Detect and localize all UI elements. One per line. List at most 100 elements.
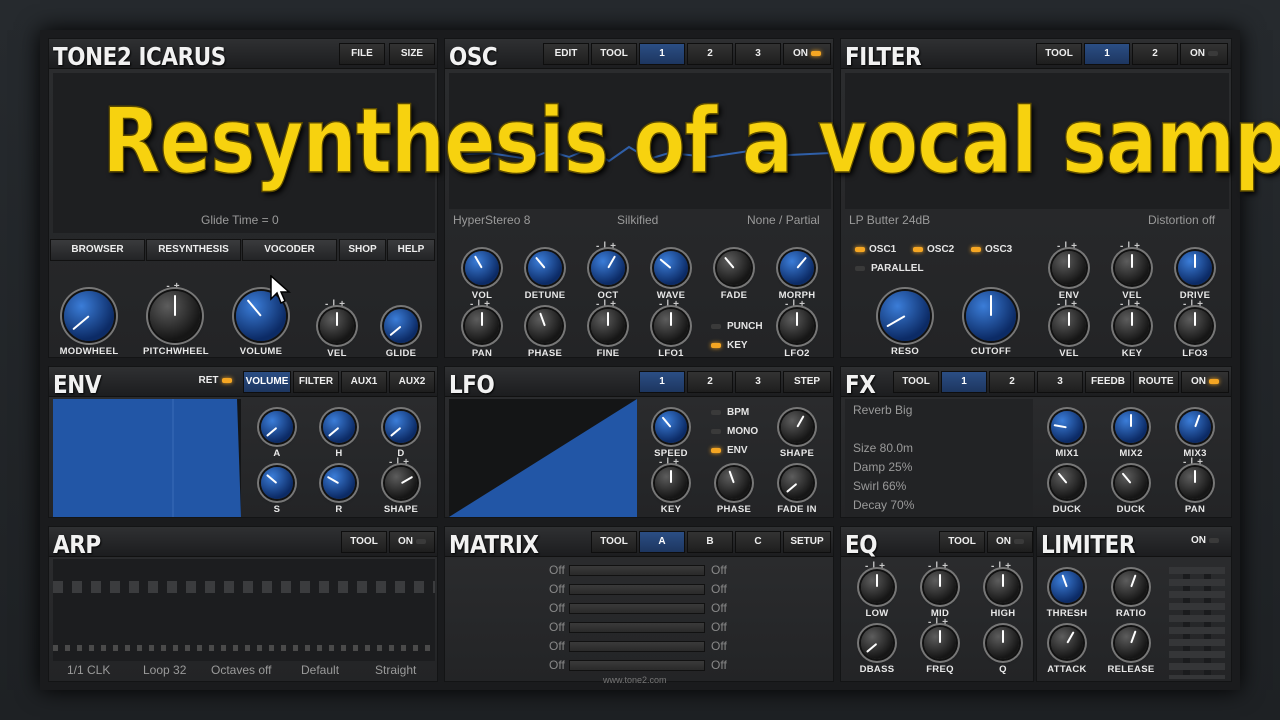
filter-vel2-knob[interactable]: -|+ VEL [1037,299,1101,359]
osc-tab-3[interactable]: 3 [735,43,781,65]
filter-vel-knob[interactable]: -|+ VEL [1100,241,1164,301]
filter-key-knob[interactable]: -|+ KEY [1100,299,1164,359]
nav-resynthesis-button[interactable]: RESYNTHESIS [146,239,241,261]
parallel-toggle[interactable]: PARALLEL [855,263,924,274]
eq-freq-knob[interactable]: -|+ FREQ [908,617,972,675]
matrix-source[interactable]: Off [549,620,565,634]
nav-browser-button[interactable]: BROWSER [50,239,145,261]
matrix-destination[interactable]: Off [711,582,727,596]
matrix-destination[interactable]: Off [711,658,727,672]
lfo-fadein-knob[interactable]: FADE IN [765,467,829,515]
modwheel-knob[interactable]: MODWHEEL [57,291,121,357]
env-a-knob[interactable]: A [245,411,309,459]
arp-on-toggle[interactable]: ON [389,531,435,553]
arp-mode[interactable]: Default [301,663,339,677]
osc-wave-knob[interactable]: WAVE [639,251,703,301]
arp-clock[interactable]: 1/1 CLK [67,663,110,677]
osc-fade-knob[interactable]: FADE [702,251,766,301]
key-toggle[interactable]: KEY [711,340,748,351]
env-h-knob[interactable]: H [307,411,371,459]
eq-on-toggle[interactable]: ON [987,531,1033,553]
drive-knob[interactable]: DRIVE [1163,251,1227,301]
limiter-attack-knob[interactable]: ATTACK [1035,627,1099,675]
osc-fine-knob[interactable]: -|+ FINE [576,299,640,359]
filter-tool-button[interactable]: TOOL [1036,43,1082,65]
env-tab-volume[interactable]: VOLUME [243,371,291,393]
limiter-thresh-knob[interactable]: THRESH [1035,571,1099,619]
filter-env-knob[interactable]: -|+ ENV [1037,241,1101,301]
arp-loop[interactable]: Loop 32 [143,663,186,677]
lfo-env-toggle[interactable]: ENV [711,445,748,456]
arp-step-grid[interactable] [53,559,435,661]
fx-tab-3[interactable]: 3 [1037,371,1083,393]
punch-toggle[interactable]: PUNCH [711,321,763,332]
osc3-source-toggle[interactable]: OSC3 [971,244,1012,255]
eq-tool-button[interactable]: TOOL [939,531,985,553]
matrix-source[interactable]: Off [549,582,565,596]
osc-on-toggle[interactable]: ON [783,43,831,65]
osc-tab-2[interactable]: 2 [687,43,733,65]
fx-feedb-button[interactable]: FEEDB [1085,371,1131,393]
fx-preset-name[interactable]: Reverb Big [853,403,912,417]
osc-vol-knob[interactable]: VOL [450,251,514,301]
eq-low-knob[interactable]: -|+ LOW [845,561,909,619]
filter-tab-2[interactable]: 2 [1132,43,1178,65]
osc-morph-knob[interactable]: MORPH [765,251,829,301]
eq-dbass-knob[interactable]: DBASS [845,627,909,675]
fx-mix2-knob[interactable]: MIX2 [1099,411,1163,459]
matrix-amount-slider[interactable] [569,603,705,614]
reso-knob[interactable]: RESO [873,291,937,357]
matrix-destination[interactable]: Off [711,620,727,634]
osc-pan-knob[interactable]: -|+ PAN [450,299,514,359]
osc-tool-button[interactable]: TOOL [591,43,637,65]
osc-lfo2-knob[interactable]: -|+ LFO2 [765,299,829,359]
fx-mix3-knob[interactable]: MIX3 [1163,411,1227,459]
filter-tab-1[interactable]: 1 [1084,43,1130,65]
matrix-amount-slider[interactable] [569,622,705,633]
env-s-knob[interactable]: S [245,467,309,515]
fx-duck1-knob[interactable]: DUCK [1035,467,1099,515]
matrix-amount-slider[interactable] [569,584,705,595]
matrix-amount-slider[interactable] [569,641,705,652]
cutoff-knob[interactable]: CUTOFF [959,291,1023,357]
matrix-amount-slider[interactable] [569,565,705,576]
lfo-graph[interactable] [449,399,637,517]
lfo-tab-step[interactable]: STEP [783,371,831,393]
lfo-shape-knob[interactable]: SHAPE [765,411,829,459]
matrix-destination[interactable]: Off [711,563,727,577]
osc-tab-1[interactable]: 1 [639,43,685,65]
matrix-tool-button[interactable]: TOOL [591,531,637,553]
env-d-knob[interactable]: D [369,411,433,459]
osc-phase-knob[interactable]: PHASE [513,309,577,359]
ret-toggle[interactable]: RET [189,371,241,393]
osc-edit-button[interactable]: EDIT [543,43,589,65]
file-button[interactable]: FILE [339,43,385,65]
eq-high-knob[interactable]: -|+ HIGH [971,561,1035,619]
lfo-tab-2[interactable]: 2 [687,371,733,393]
size-button[interactable]: SIZE [389,43,435,65]
lfo3-knob[interactable]: -|+ LFO3 [1163,299,1227,359]
arp-tool-button[interactable]: TOOL [341,531,387,553]
fx-on-toggle[interactable]: ON [1181,371,1229,393]
env-graph[interactable] [53,399,241,517]
fx-pan-knob[interactable]: -|+ PAN [1163,457,1227,515]
glide-knob[interactable]: GLIDE [369,309,433,359]
lfo-mono-toggle[interactable]: MONO [711,426,758,437]
matrix-setup-button[interactable]: SETUP [783,531,831,553]
matrix-source[interactable]: Off [549,563,565,577]
limiter-on-toggle[interactable]: ON [1181,531,1229,553]
osc-oct-knob[interactable]: -|+ OCT [576,241,640,301]
matrix-source[interactable]: Off [549,658,565,672]
matrix-amount-slider[interactable] [569,660,705,671]
env-tab-filter[interactable]: FILTER [293,371,339,393]
lfo-phase-knob[interactable]: PHASE [702,467,766,515]
filter-on-toggle[interactable]: ON [1180,43,1228,65]
eq-q-knob[interactable]: Q [971,627,1035,675]
osc1-source-toggle[interactable]: OSC1 [855,244,896,255]
osc2-source-toggle[interactable]: OSC2 [913,244,954,255]
arp-groove[interactable]: Straight [375,663,416,677]
env-r-knob[interactable]: R [307,467,371,515]
pitchwheel-knob[interactable]: -+ PITCHWHEEL [143,281,209,357]
osc-detune-knob[interactable]: DETUNE [513,251,577,301]
fx-tab-2[interactable]: 2 [989,371,1035,393]
